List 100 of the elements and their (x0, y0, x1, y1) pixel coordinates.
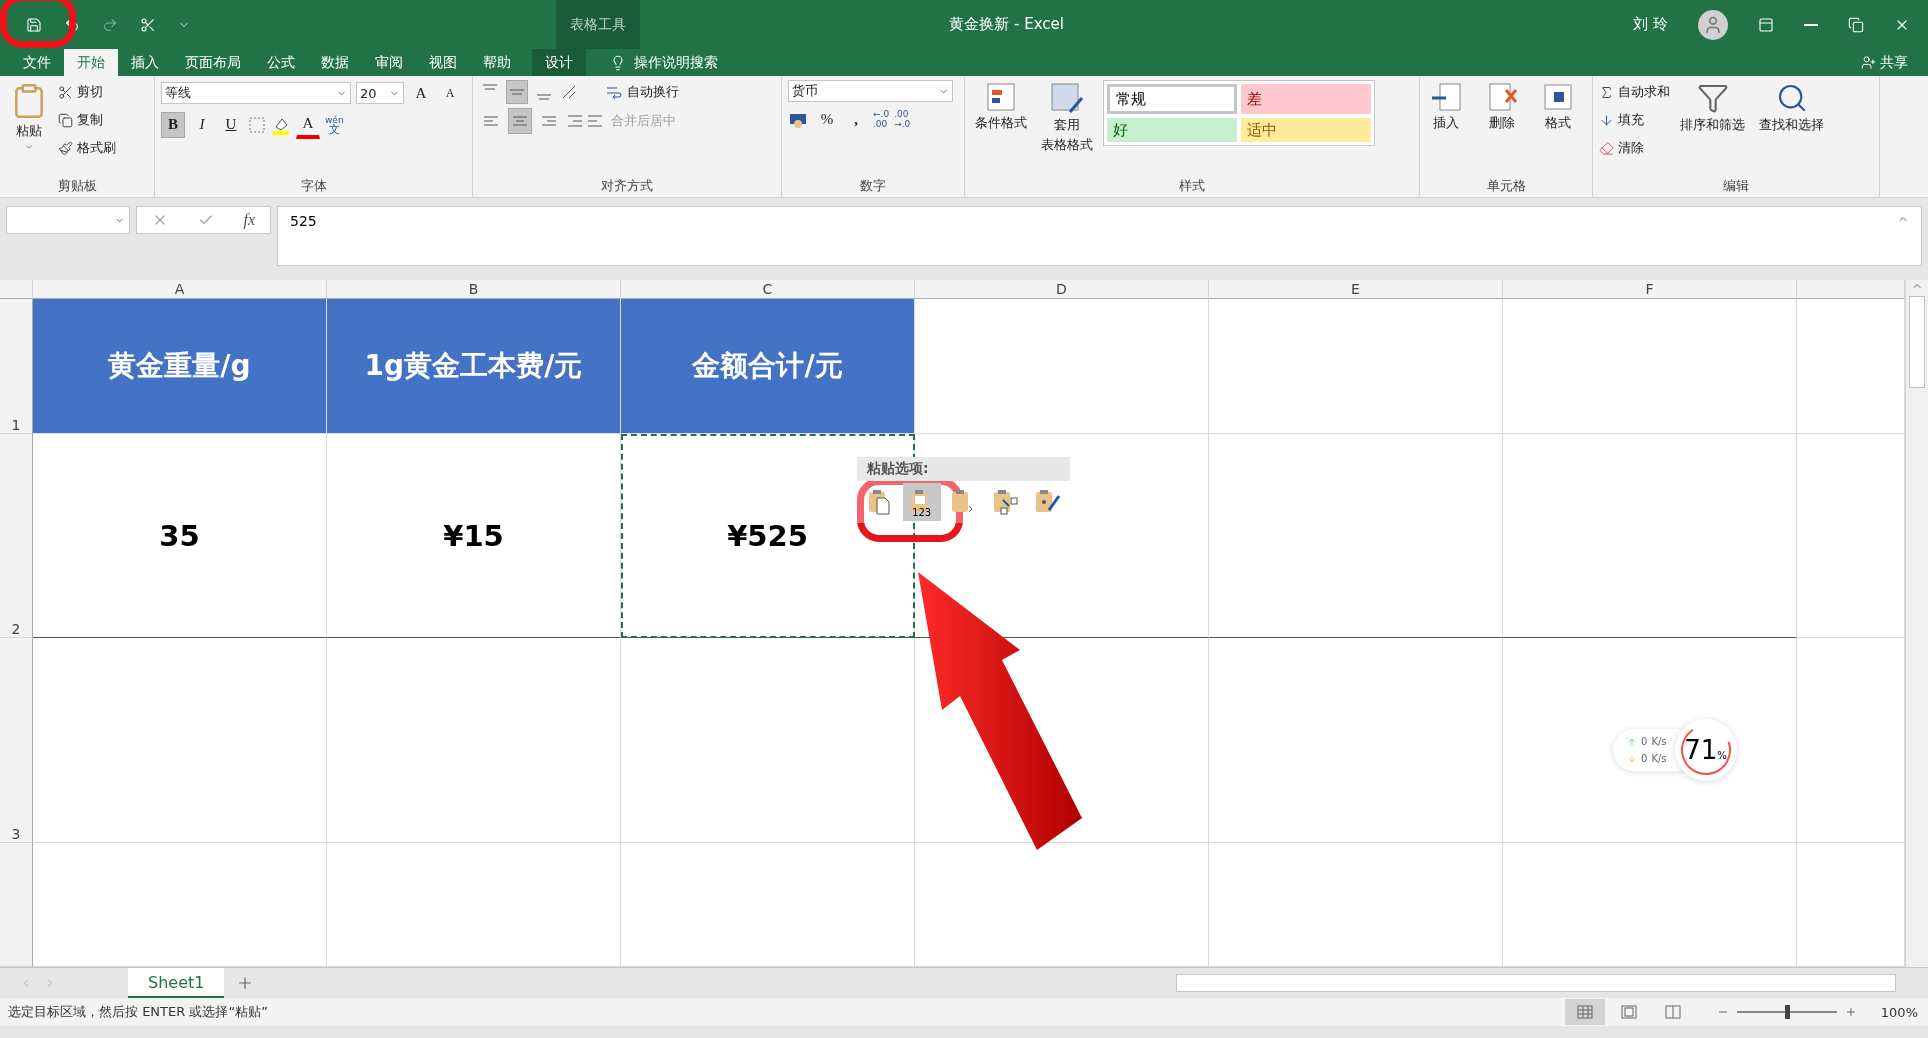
wrap-text-icon (605, 84, 623, 100)
share-button[interactable]: 共享 (1861, 49, 1908, 76)
ribbon-tab[interactable]: 公式 (254, 49, 308, 76)
font-style-button[interactable]: U (219, 111, 243, 138)
ribbon-display-icon[interactable] (1758, 16, 1774, 33)
sort-filter-button[interactable]: 排序和筛选 (1676, 80, 1749, 177)
window-title: 黄金换新 - Excel (948, 15, 1065, 34)
format-as-table-button[interactable]: 套用 表格格式 (1037, 80, 1097, 177)
autosum-button[interactable]: 自动求和 (1599, 80, 1670, 104)
column-header[interactable]: F (1503, 280, 1797, 299)
delete-cells-icon (1486, 82, 1518, 112)
page-view-icon (1576, 1005, 1593, 1019)
paste-option-button[interactable]: 123 (902, 483, 941, 521)
font-name-field[interactable]: 等线 (161, 82, 351, 104)
user-name: 刘 玲 (1633, 15, 1668, 34)
borders-icon[interactable] (248, 115, 266, 134)
ribbon-tab[interactable]: 页面布局 (172, 49, 254, 76)
redo-icon[interactable] (102, 16, 118, 33)
ribbon-tab[interactable]: 视图 (416, 49, 470, 76)
zoom-in-icon[interactable] (1844, 1006, 1857, 1018)
save-icon[interactable] (26, 16, 42, 33)
upload-speed: 0 (1641, 735, 1648, 749)
wrap-text-button[interactable]: 自动换行 (605, 80, 679, 104)
horizontal-align-button[interactable] (508, 108, 532, 134)
group-label: 字体 (299, 177, 328, 195)
row-header[interactable] (0, 843, 33, 967)
cell-style-swatch[interactable]: 常规 (1107, 84, 1237, 114)
decrease-decimal-button[interactable]: .00 →.0 (894, 109, 911, 129)
select-all-corner[interactable] (0, 280, 33, 299)
font-color-button[interactable]: A (296, 110, 320, 139)
ribbon-tab[interactable]: 文件 (10, 49, 64, 76)
memory-percent: 71 (1684, 735, 1718, 765)
cut-button[interactable]: 剪切 (58, 80, 116, 104)
header-cell: 1g黄金工本费/元 (327, 299, 621, 434)
column-header[interactable]: A (33, 280, 327, 299)
column-header[interactable] (1797, 280, 1905, 299)
ribbon-tab[interactable]: 审阅 (362, 49, 416, 76)
phonetic-button[interactable]: wén 文 (325, 114, 344, 135)
comma-button[interactable]: , (844, 106, 868, 132)
cell-style-swatch[interactable]: 好 (1107, 118, 1237, 142)
view-button[interactable] (1564, 999, 1605, 1025)
grow-font-button[interactable]: A (409, 80, 433, 106)
fill-button[interactable]: 填充 (1599, 108, 1670, 132)
conditional-format-button[interactable]: 条件格式 (971, 80, 1031, 177)
insert-cells-button[interactable]: 插入 (1426, 80, 1466, 177)
scissors-icon[interactable] (140, 16, 156, 33)
sheet-tab[interactable]: Sheet1 (128, 968, 225, 998)
eraser-icon (1599, 140, 1614, 156)
group-label: 样式 (1178, 177, 1206, 195)
group-label: 编辑 (1722, 177, 1750, 195)
format-cells-button[interactable]: 格式 (1538, 80, 1578, 177)
ribbon-tab[interactable]: 设计 (532, 49, 586, 76)
find-select-button[interactable]: 查找和选择 (1755, 80, 1828, 177)
ribbon-tab[interactable]: 帮助 (470, 49, 524, 76)
horizontal-scrollbar[interactable] (1176, 974, 1896, 992)
font-style-button[interactable]: I (190, 111, 214, 138)
percent-button[interactable]: % (815, 106, 839, 132)
vertical-scrollbar[interactable] (1905, 280, 1928, 967)
row-header[interactable]: 2 (0, 434, 33, 638)
scroll-thumb[interactable] (1909, 296, 1925, 388)
font-size-field[interactable]: 20 (356, 82, 404, 104)
column-header[interactable]: C (621, 280, 915, 299)
down-arrow-icon (1599, 112, 1614, 128)
minimize-icon[interactable] (1804, 23, 1818, 26)
paste-button[interactable]: 粘贴 (6, 80, 52, 177)
filter-icon (1696, 82, 1729, 114)
caret-icon (24, 142, 34, 152)
font-style-button[interactable]: B (161, 111, 185, 138)
tell-me-search[interactable]: 操作说明搜索 (634, 53, 718, 72)
restore-icon[interactable] (1848, 16, 1864, 33)
header-cell: 黄金重量/g (33, 299, 327, 434)
cell-style-swatch[interactable]: 适中 (1241, 118, 1371, 142)
insert-cells-icon (1430, 82, 1462, 112)
page-view-icon (1620, 1005, 1637, 1019)
increase-decimal-button[interactable]: ←.0 .00 (873, 109, 890, 129)
column-header[interactable]: B (327, 280, 621, 299)
column-header[interactable]: E (1209, 280, 1503, 299)
down-arrow-icon (1627, 753, 1637, 764)
zoom-slider-thumb[interactable] (1784, 1005, 1790, 1019)
ribbon-tab[interactable]: 开始 (64, 49, 118, 76)
formula-input[interactable]: 525 (277, 206, 1922, 266)
cell-style-swatch[interactable]: 差 (1241, 84, 1371, 114)
row-header[interactable]: 3 (0, 638, 33, 843)
format-painter-button[interactable]: 格式刷 (58, 136, 116, 160)
row-header[interactable]: 1 (0, 299, 33, 434)
ribbon-tab[interactable]: 插入 (118, 49, 172, 76)
shrink-font-button[interactable]: A (438, 80, 462, 106)
number-format-field[interactable]: 货币 (788, 80, 953, 102)
column-header[interactable]: D (915, 280, 1209, 299)
insert-function-button[interactable]: fx (243, 211, 256, 229)
ribbon-tab[interactable]: 数据 (308, 49, 362, 76)
copy-button[interactable]: 复制 (58, 108, 116, 132)
vertical-align-button[interactable] (506, 80, 528, 104)
delete-cells-icon-button[interactable]: 删除 (1482, 80, 1522, 177)
name-box[interactable] (6, 206, 130, 234)
table-cell: ¥15 (327, 434, 621, 638)
speed-unit: K/s (1651, 735, 1667, 749)
align-lines-icon (512, 114, 528, 128)
clear-button[interactable]: 清除 (1599, 136, 1670, 160)
status-message: 选定目标区域，然后按 ENTER 或选择“粘贴” (8, 1003, 268, 1021)
